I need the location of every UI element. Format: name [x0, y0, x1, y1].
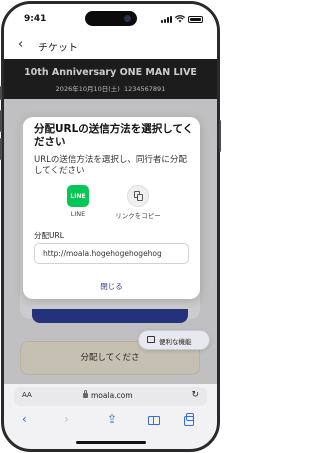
- copy-link-label: リンクをコピー: [115, 212, 161, 220]
- close-button[interactable]: 閉じる: [23, 281, 200, 292]
- browser-address-bar[interactable]: AA moala.com ↻: [14, 387, 207, 406]
- status-bar: 9:41: [4, 4, 217, 32]
- browser-back-icon[interactable]: ‹: [22, 412, 27, 426]
- distribution-url-value: http://moala.hogehogehogehog: [43, 249, 162, 258]
- power-button: [219, 120, 221, 152]
- battery-icon: [188, 16, 203, 23]
- bookmarks-icon[interactable]: [148, 416, 160, 425]
- nav-bar: ‹ チケット: [4, 32, 217, 59]
- page-format-button[interactable]: AA: [22, 391, 32, 399]
- back-icon[interactable]: ‹: [18, 37, 23, 53]
- status-icons: [161, 15, 203, 23]
- convenient-features-label: 便利な機能: [159, 338, 192, 346]
- phone-frame: 9:41 ‹ チケット 10th Anniversary ONE MAN LIV…: [1, 1, 220, 452]
- modal-title: 分配URLの送信方法を選択してください: [34, 123, 194, 148]
- wifi-icon: [175, 15, 185, 23]
- page-title: チケット: [38, 43, 78, 54]
- convenient-features-button[interactable]: 便利な機能: [138, 330, 210, 350]
- reload-icon[interactable]: ↻: [191, 390, 199, 400]
- browser-toolbar: ‹ › ⇪: [4, 409, 217, 435]
- side-button: [0, 86, 2, 100]
- tabs-icon[interactable]: [184, 413, 194, 426]
- copy-icon: [127, 185, 149, 207]
- grid-icon: [147, 336, 155, 343]
- camera-icon: [124, 15, 131, 22]
- distribution-url-field[interactable]: http://moala.hogehogehogehog: [34, 243, 189, 264]
- dynamic-island: [85, 11, 137, 26]
- home-indicator: [76, 441, 146, 444]
- status-time: 9:41: [24, 14, 47, 24]
- share-icon[interactable]: ⇪: [107, 412, 117, 426]
- volume-up-button: [0, 110, 2, 132]
- signal-icon: [161, 16, 172, 23]
- url-label: 分配URL: [34, 231, 64, 240]
- volume-down-button: [0, 138, 2, 160]
- lock-icon: [83, 390, 88, 398]
- line-icon: LINE: [67, 185, 89, 207]
- browser-forward-icon[interactable]: ›: [64, 412, 69, 426]
- url-domain: moala.com: [91, 391, 133, 400]
- share-method-modal: 分配URLの送信方法を選択してください URLの送信方法を選択し、同行者に分配し…: [23, 117, 200, 299]
- copy-link-button[interactable]: リンクをコピー: [103, 185, 173, 220]
- modal-description: URLの送信方法を選択し、同行者に分配してください: [34, 155, 187, 176]
